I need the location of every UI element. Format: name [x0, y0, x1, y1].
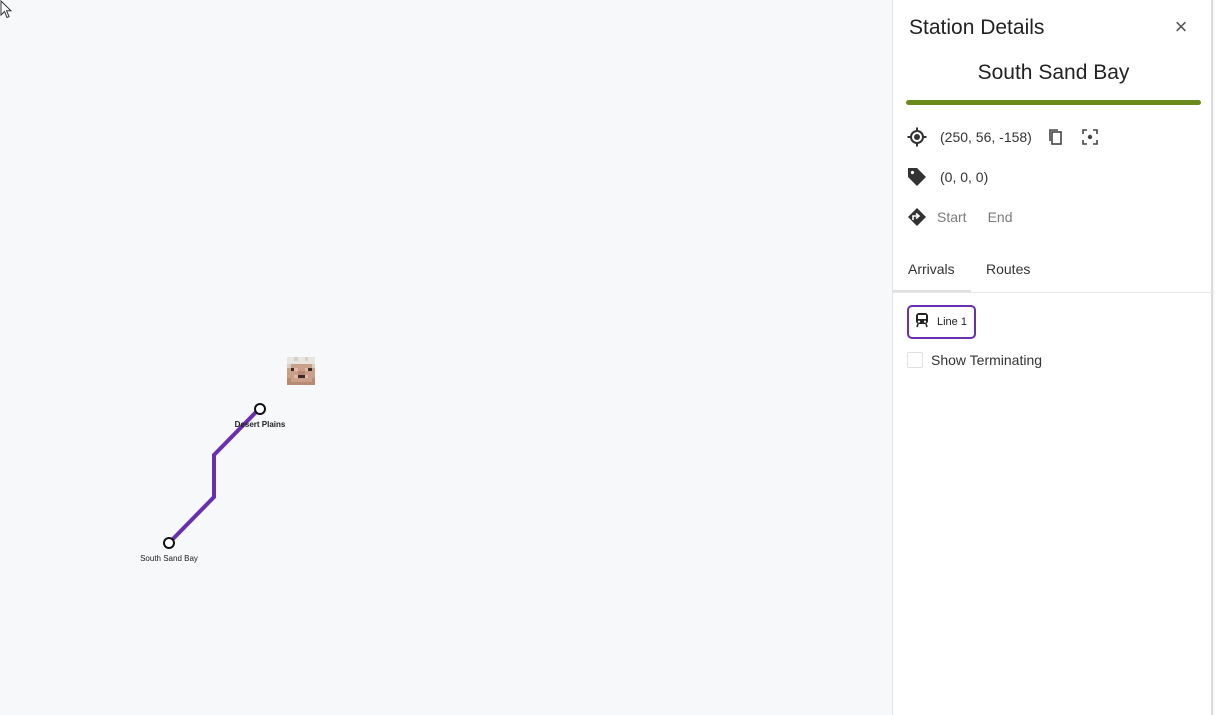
station-marker-desert-plains[interactable]: [254, 403, 266, 415]
station-marker-south-sand-bay[interactable]: [163, 537, 175, 549]
show-terminating-row: Show Terminating: [907, 352, 1042, 368]
player-avatar-icon[interactable]: [287, 357, 315, 385]
close-button[interactable]: ×: [1171, 16, 1191, 38]
station-label-south-sand-bay[interactable]: South Sand Bay: [140, 554, 198, 563]
line-chip-label: Line 1: [937, 316, 967, 328]
station-label-desert-plains[interactable]: Desert Plains: [235, 420, 286, 429]
panel-title: Station Details: [909, 16, 1045, 39]
tag-row: (0, 0, 0): [907, 165, 988, 189]
close-icon: ×: [1174, 14, 1188, 39]
line-color-bar: [906, 100, 1201, 105]
station-details-panel: Station Details × South Sand Bay (250, 5…: [892, 0, 1214, 715]
metro-map[interactable]: [0, 0, 892, 715]
show-terminating-label[interactable]: Show Terminating: [931, 352, 1042, 368]
line-filter-chip[interactable]: Line 1: [907, 305, 976, 339]
location-target-icon: [907, 127, 927, 147]
directions-end-link[interactable]: End: [988, 209, 1013, 225]
center-focus-icon[interactable]: [1080, 127, 1100, 147]
active-tab-indicator: [893, 290, 971, 292]
station-name: South Sand Bay: [977, 61, 1130, 84]
panel-tabs: Arrivals Routes: [893, 256, 1214, 293]
metro-line-path[interactable]: [167, 407, 261, 545]
show-terminating-checkbox[interactable]: [907, 352, 923, 368]
tag-icon: [907, 167, 927, 187]
map-canvas[interactable]: Desert Plains South Sand Bay: [0, 0, 892, 715]
directions-icon: [907, 207, 927, 227]
copy-icon[interactable]: [1046, 127, 1066, 147]
directions-start-link[interactable]: Start: [937, 209, 967, 225]
tag-value: (0, 0, 0): [940, 169, 989, 185]
coordinates-row: (250, 56, -158): [907, 125, 1100, 149]
coordinates-value: (250, 56, -158): [940, 129, 1032, 145]
directions-row: Start End: [907, 205, 1013, 229]
tab-routes[interactable]: Routes: [986, 261, 1030, 277]
train-icon: [915, 312, 929, 333]
tab-arrivals[interactable]: Arrivals: [908, 261, 955, 277]
mouse-cursor-icon: [0, 0, 13, 19]
